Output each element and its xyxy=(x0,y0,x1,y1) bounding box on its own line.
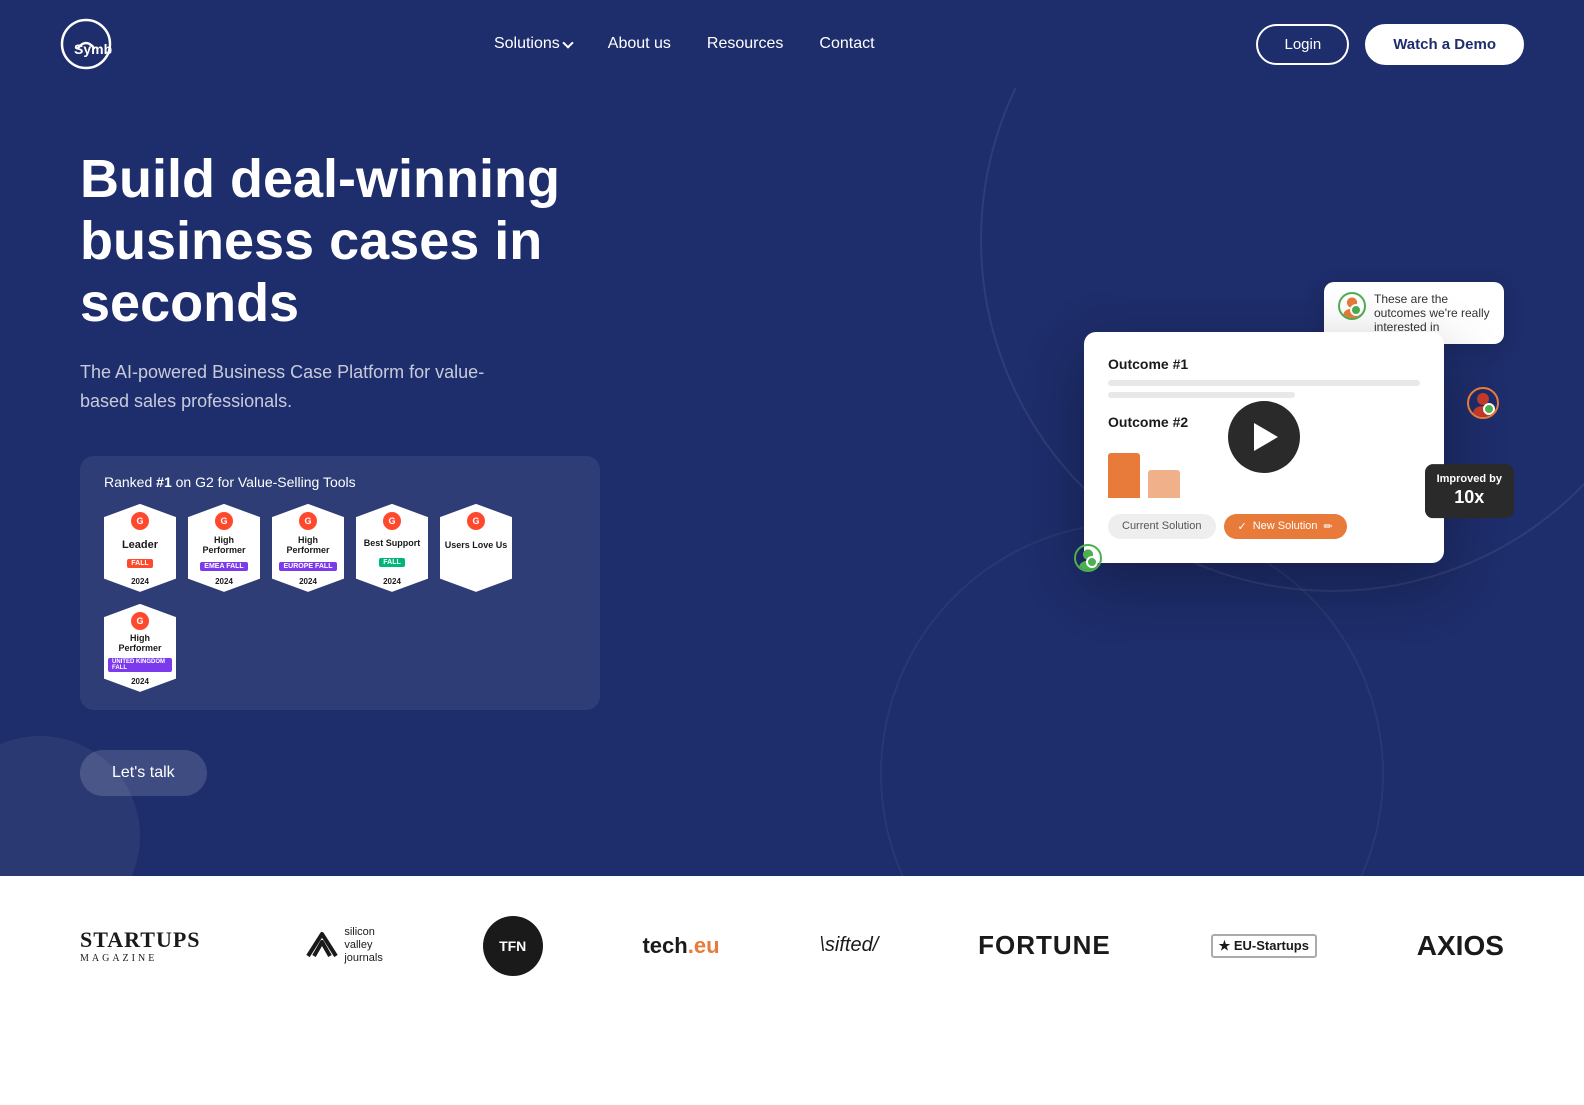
g2-badges-row: G Leader FALL 2024 G High Performer EMEA… xyxy=(104,504,576,692)
hero-section: Build deal-winning business cases in sec… xyxy=(0,88,1584,876)
logo-silicon-valley-journals: silicon valley journals xyxy=(300,926,383,966)
g2-rank-number: #1 xyxy=(156,474,172,490)
logo-axios: AXIOS xyxy=(1417,930,1504,962)
g2-logo-icon: G xyxy=(131,512,149,530)
online-indicator-2 xyxy=(1086,556,1098,568)
hero-mockup: These are the outcomes we're really inte… xyxy=(680,282,1504,662)
business-case-card: Outcome #1 Outcome #2 Current Solution ✓… xyxy=(1084,332,1444,563)
svg-text:Symbe: Symbe xyxy=(74,41,112,57)
logo-eu-startups: ★ EU-Startups xyxy=(1211,934,1317,958)
avatar-circle-user2 xyxy=(1074,544,1102,572)
play-button[interactable] xyxy=(1228,401,1300,473)
mockup-card-container: These are the outcomes we're really inte… xyxy=(1044,282,1504,662)
g2-badge-uk: G High Performer United Kingdom FALL 202… xyxy=(104,604,176,692)
nav-resources[interactable]: Resources xyxy=(707,35,783,53)
logo-fortune: FORTUNE xyxy=(978,930,1111,961)
bar-new xyxy=(1148,470,1180,498)
hero-subtitle: The AI-powered Business Case Platform fo… xyxy=(80,358,500,416)
g2-section: Ranked #1 on G2 for Value-Selling Tools … xyxy=(80,456,600,710)
g2-logo-icon-6: G xyxy=(131,612,149,630)
outcome1-label: Outcome #1 xyxy=(1108,356,1420,372)
avatar-user2 xyxy=(1074,544,1102,572)
new-solution-button[interactable]: ✓ New Solution ✏ xyxy=(1224,514,1347,539)
improved-label: Improved by xyxy=(1437,472,1502,486)
nav-solutions[interactable]: Solutions xyxy=(494,35,572,53)
g2-badge-users: G Users Love Us xyxy=(440,504,512,592)
g2-logo-icon-3: G xyxy=(299,512,317,530)
g2-logo-icon-2: G xyxy=(215,512,233,530)
pencil-icon: ✏ xyxy=(1324,520,1333,533)
logo-startups-magazine: STARTUPS MAGAZINE xyxy=(80,927,201,964)
current-solution-button[interactable]: Current Solution xyxy=(1108,514,1216,539)
g2-badge-support: G Best Support FALL 2024 xyxy=(356,504,428,592)
nav-links: Solutions About us Resources Contact xyxy=(494,35,875,53)
logo-tfn: TFN xyxy=(483,916,543,976)
solution-toggles: Current Solution ✓ New Solution ✏ xyxy=(1108,514,1420,539)
g2-badge-europe: G High Performer Europe FALL 2024 xyxy=(272,504,344,592)
improved-value: 10x xyxy=(1437,486,1502,509)
improved-badge: Improved by 10x xyxy=(1425,464,1514,518)
logo-techeu: tech.eu xyxy=(642,933,719,959)
nav-about[interactable]: About us xyxy=(608,35,671,53)
logos-strip: STARTUPS MAGAZINE silicon valley journal… xyxy=(0,876,1584,1016)
g2-ranked-text: Ranked #1 on G2 for Value-Selling Tools xyxy=(104,474,576,490)
avatar-user3 xyxy=(1467,387,1499,419)
avatar-user1 xyxy=(1338,292,1366,320)
lets-talk-button[interactable]: Let's talk xyxy=(80,750,207,796)
nav-contact[interactable]: Contact xyxy=(819,35,874,53)
tooltip-text: These are the outcomes we're really inte… xyxy=(1374,292,1490,334)
nav-cta: Login Watch a Demo xyxy=(1256,24,1524,65)
online-indicator xyxy=(1350,304,1362,316)
g2-badge-leader: G Leader FALL 2024 xyxy=(104,504,176,592)
bar-current xyxy=(1108,453,1140,498)
g2-logo-icon-5: G xyxy=(467,512,485,530)
avatar-circle-user3 xyxy=(1467,387,1499,419)
svj-icon xyxy=(300,928,344,964)
online-indicator-3 xyxy=(1483,403,1495,415)
logo[interactable]: Symbe xyxy=(60,18,112,70)
chevron-down-icon xyxy=(562,37,573,48)
checkmark-icon: ✓ xyxy=(1238,520,1247,533)
play-triangle-icon xyxy=(1254,423,1278,451)
hero-content: Build deal-winning business cases in sec… xyxy=(80,148,680,796)
watch-demo-button[interactable]: Watch a Demo xyxy=(1365,24,1524,65)
line1 xyxy=(1108,380,1420,386)
navbar: Symbe Solutions About us Resources Conta… xyxy=(0,0,1584,88)
line2 xyxy=(1108,392,1295,398)
g2-badge-emea: G High Performer EMEA FALL 2024 xyxy=(188,504,260,592)
login-button[interactable]: Login xyxy=(1256,24,1349,65)
logo-icon: Symbe xyxy=(60,18,112,70)
g2-logo-icon-4: G xyxy=(383,512,401,530)
hero-title: Build deal-winning business cases in sec… xyxy=(80,148,680,334)
logo-sifted: \sifted/ xyxy=(819,934,878,957)
